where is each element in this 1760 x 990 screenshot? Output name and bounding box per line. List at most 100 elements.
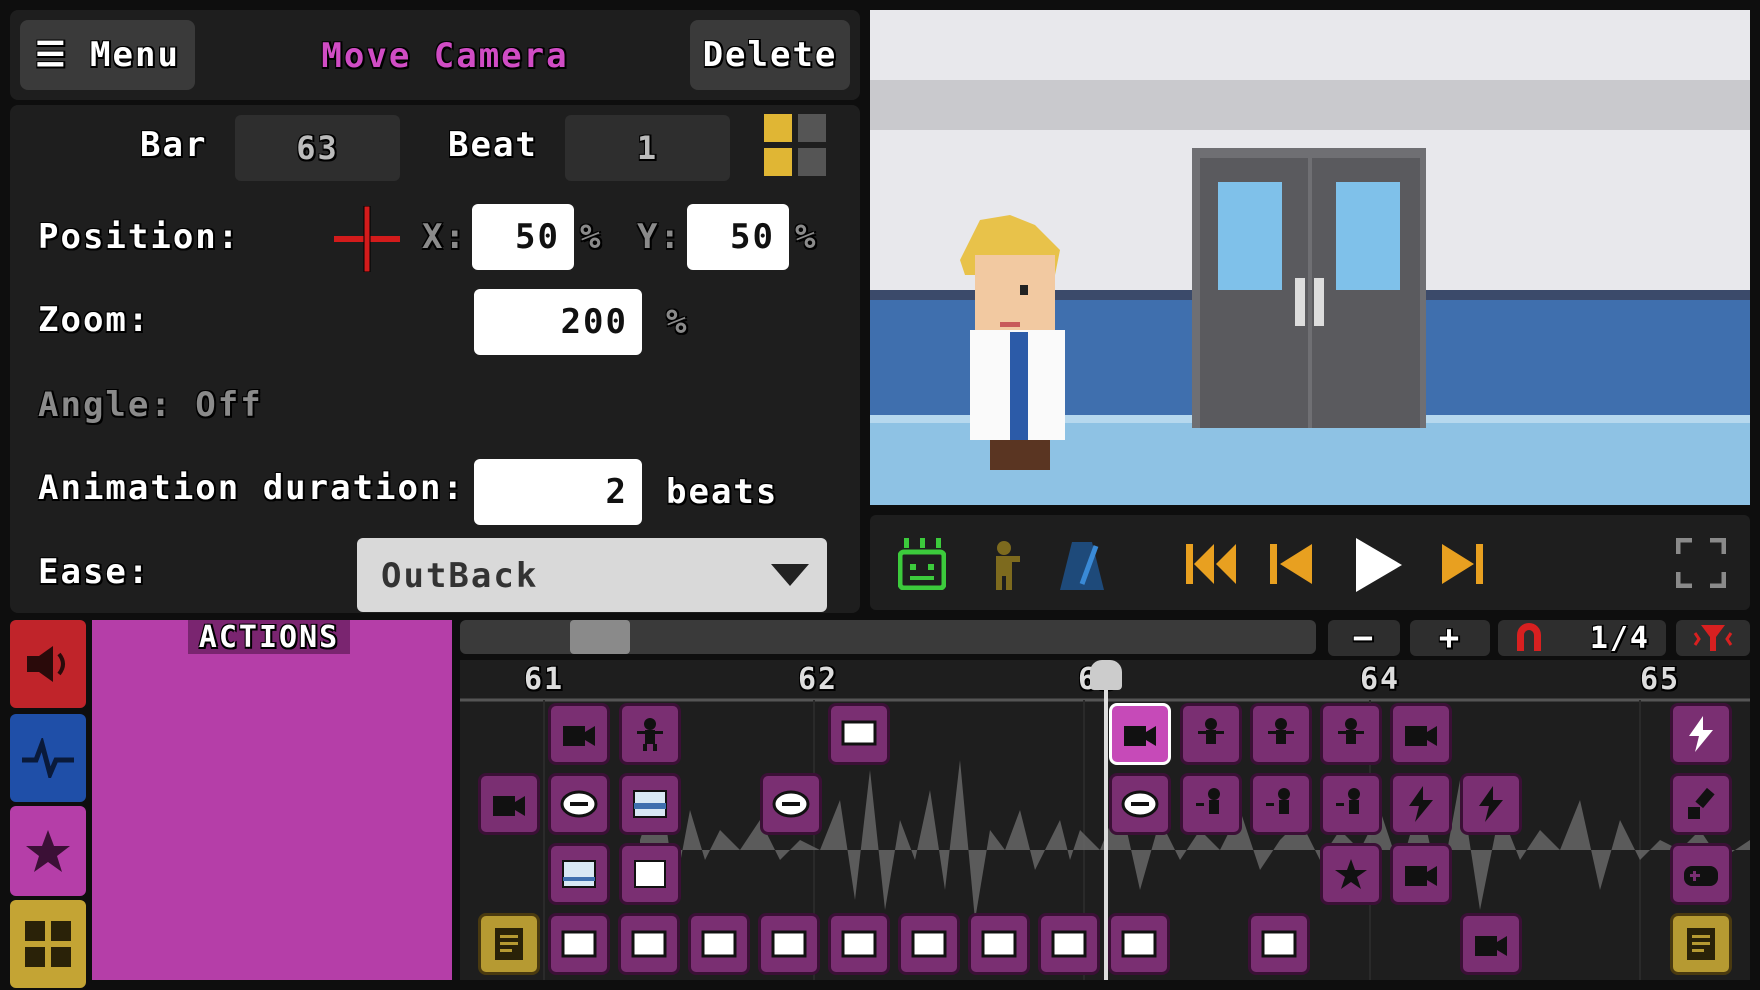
bar-label: Bar (140, 125, 208, 165)
screen-event-block[interactable] (828, 913, 890, 975)
tab-actions[interactable] (10, 806, 86, 896)
selected-camera-event-block[interactable] (1109, 703, 1171, 765)
camera-event-block[interactable] (478, 773, 540, 835)
x-field[interactable]: 50 (472, 204, 574, 270)
delete-button[interactable]: Delete (690, 20, 850, 90)
scrollbar-thumb[interactable] (570, 620, 630, 654)
monitor-icon (561, 930, 597, 958)
screen-event-block[interactable] (1248, 913, 1310, 975)
monitor-icon (841, 930, 877, 958)
monitor-icon (841, 720, 877, 746)
fullscreen-icon[interactable] (1676, 538, 1726, 588)
monitor-icon (634, 860, 666, 888)
screen-event-block[interactable] (618, 913, 680, 975)
robot-icon[interactable] (898, 538, 946, 590)
camera-event-block[interactable] (1390, 703, 1452, 765)
screen-event-block[interactable] (828, 703, 890, 765)
screen-event-block[interactable] (1038, 913, 1100, 975)
comment-event-block[interactable] (1670, 913, 1732, 975)
camera-icon (493, 796, 525, 816)
screen-event-block[interactable] (548, 913, 610, 975)
monitor-icon (911, 930, 947, 958)
properties-panel (10, 105, 860, 613)
star-event-block[interactable] (1320, 843, 1382, 905)
beat-grid-icon[interactable] (764, 114, 826, 176)
y-field[interactable]: 50 (687, 204, 789, 270)
speaker-icon (27, 646, 65, 682)
speech-bubble-icon (772, 790, 810, 818)
dialogue-event-block[interactable] (760, 773, 822, 835)
screen-event-block[interactable] (898, 913, 960, 975)
dialogue-event-block[interactable] (1109, 773, 1171, 835)
animation-duration-field[interactable]: 2 (474, 459, 642, 525)
screen-event-block[interactable] (758, 913, 820, 975)
camera-event-block[interactable] (548, 703, 610, 765)
character-event-block[interactable] (1250, 703, 1312, 765)
move-character-event-block[interactable] (1250, 773, 1312, 835)
metronome-icon[interactable] (1060, 540, 1104, 592)
monitor-icon (981, 930, 1017, 958)
dancer-icon (1338, 718, 1364, 744)
chevron-down-icon (771, 564, 809, 588)
screen-event-block[interactable] (619, 843, 681, 905)
character-event-block[interactable] (1180, 703, 1242, 765)
note-icon (1687, 928, 1715, 960)
tab-rhythm[interactable] (10, 714, 86, 802)
camera-event-block[interactable] (1390, 843, 1452, 905)
playhead-handle[interactable] (1090, 660, 1122, 690)
step-back-icon[interactable] (1270, 540, 1314, 588)
camera-icon (1405, 726, 1437, 746)
ease-label: Ease: (38, 552, 151, 592)
zoom-field[interactable]: 200 (474, 289, 642, 355)
beat-field[interactable]: 1 (565, 115, 730, 181)
screen-event-block[interactable] (688, 913, 750, 975)
character-event-block[interactable] (1320, 703, 1382, 765)
screen-event-block[interactable] (1108, 913, 1170, 975)
tab-rooms[interactable] (10, 900, 86, 988)
ease-value: OutBack (381, 556, 539, 596)
character-event-block[interactable] (619, 703, 681, 765)
bar-field[interactable]: 63 (235, 115, 400, 181)
controller-event-block[interactable] (1670, 843, 1732, 905)
monitor-icon (1051, 930, 1087, 958)
snap-value: 1/4 (1589, 620, 1650, 656)
filter-button[interactable] (1676, 620, 1750, 656)
lightning-icon (1479, 786, 1503, 822)
zoom-in-button[interactable]: + (1410, 618, 1490, 658)
flash-event-block[interactable] (1460, 773, 1522, 835)
position-label: Position: (38, 217, 241, 257)
move-character-event-block[interactable] (1320, 773, 1382, 835)
flash-event-block[interactable] (1670, 703, 1732, 765)
tab-sound[interactable] (10, 620, 86, 708)
move-character-event-block[interactable] (1180, 773, 1242, 835)
camera-icon (563, 726, 595, 746)
room-event-block[interactable] (619, 773, 681, 835)
flash-event-block[interactable] (1390, 773, 1452, 835)
camera-event-block[interactable] (1460, 913, 1522, 975)
skip-end-icon[interactable] (1440, 540, 1484, 588)
walking-figure-icon (1266, 788, 1290, 814)
skip-start-icon[interactable] (1186, 540, 1238, 588)
x-label: X: (422, 217, 467, 257)
play-icon[interactable] (1354, 536, 1404, 594)
screen-event-block[interactable] (968, 913, 1030, 975)
zoom-label: Zoom: (38, 300, 151, 340)
snap-control[interactable]: 1/4 (1498, 620, 1666, 656)
zoom-out-button[interactable]: − (1328, 618, 1400, 658)
angle-toggle[interactable]: Angle: Off (38, 385, 263, 425)
crosshair-icon[interactable] (334, 206, 400, 272)
monitor-icon (1261, 930, 1297, 958)
ease-dropdown[interactable]: OutBack (357, 538, 827, 612)
dialogue-event-block[interactable] (548, 773, 610, 835)
beat-label: Beat (448, 125, 538, 165)
lightning-icon (1689, 716, 1713, 752)
walking-figure-icon (1196, 788, 1220, 814)
bar-number-61: 61 (524, 662, 565, 697)
bar-number-62: 62 (798, 662, 839, 697)
comment-event-block[interactable] (478, 913, 540, 975)
character-icon[interactable] (986, 540, 1022, 590)
room-event-block[interactable] (548, 843, 610, 905)
paint-event-block[interactable] (1670, 773, 1732, 835)
camera-icon (1405, 866, 1437, 886)
menu-button[interactable]: ☰ Menu (20, 20, 195, 90)
